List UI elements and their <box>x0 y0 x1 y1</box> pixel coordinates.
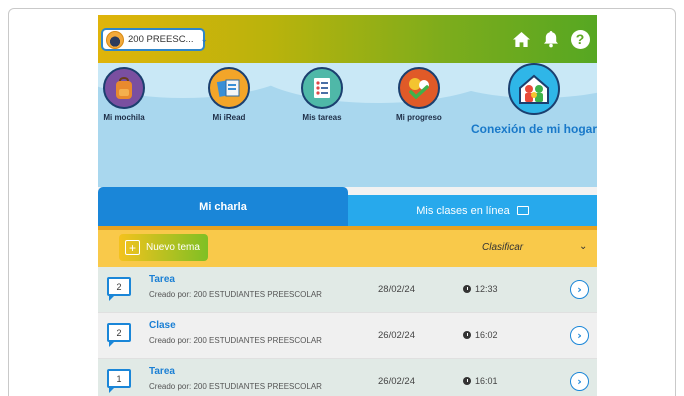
progress-icon <box>397 67 440 109</box>
topic-row[interactable]: 2 Clase Creado por: 200 ESTUDIANTES PREE… <box>98 313 597 359</box>
topic-date: 26/02/24 <box>378 330 415 341</box>
nav-progreso[interactable]: Mi progreso <box>396 67 442 122</box>
comment-count: 2 <box>116 281 122 292</box>
comment-count: 2 <box>116 327 122 338</box>
nav-progreso-label: Mi progreso <box>396 113 442 122</box>
nav-mochila-label: Mi mochila <box>103 113 145 122</box>
topic-row[interactable]: 1 Tarea Creado por: 200 ESTUDIANTES PREE… <box>98 359 597 396</box>
topic-title[interactable]: Tarea <box>149 366 175 377</box>
topic-date: 26/02/24 <box>378 376 415 387</box>
top-header: 200 PREESC... ⌄ ? <box>98 15 597 63</box>
clock-icon <box>463 285 471 293</box>
tab-mis-clases-en-linea[interactable]: Mis clases en línea <box>348 195 597 226</box>
nav-iread-label: Mi iRead <box>212 113 246 122</box>
tab-mis-clases-label: Mis clases en línea <box>416 204 510 217</box>
topic-author: Creado por: 200 ESTUDIANTES PREESCOLAR <box>149 290 322 299</box>
app-container: 200 PREESC... ⌄ ? Mi mochila Mi iRead Mi… <box>98 15 597 396</box>
help-icon[interactable]: ? <box>570 29 590 49</box>
nav-tareas-label: Mis tareas <box>302 113 342 122</box>
topic-time-value: 12:33 <box>475 284 498 294</box>
topic-time-value: 16:01 <box>475 376 498 386</box>
topic-time: 16:01 <box>463 376 498 386</box>
new-topic-label: Nuevo tema <box>146 242 200 253</box>
home-icon[interactable] <box>511 29 531 49</box>
new-topic-button[interactable]: + Nuevo tema <box>119 234 208 261</box>
topic-title[interactable]: Tarea <box>149 274 175 285</box>
comment-count: 1 <box>116 373 122 384</box>
screen-icon <box>516 206 529 215</box>
topic-time: 12:33 <box>463 284 498 294</box>
class-selector[interactable]: 200 PREESC... ⌄ <box>101 28 209 51</box>
sort-dropdown[interactable]: Clasificar <box>482 242 523 253</box>
open-topic-button[interactable]: › <box>570 372 589 391</box>
topic-title[interactable]: Clase <box>149 320 176 331</box>
nav-iread[interactable]: Mi iRead <box>208 67 250 122</box>
chevron-down-icon: ⌄ <box>200 34 209 45</box>
open-topic-button[interactable]: › <box>570 326 589 345</box>
nav-home-connection-label: Conexión de mi hogar <box>471 122 597 136</box>
backpack-icon <box>103 67 145 109</box>
topic-date: 28/02/24 <box>378 284 415 295</box>
family-house-icon <box>508 63 560 115</box>
open-topic-button[interactable]: › <box>570 280 589 299</box>
topic-author: Creado por: 200 ESTUDIANTES PREESCOLAR <box>149 382 322 391</box>
nav-panel: Mi mochila Mi iRead Mis tareas Mi progre… <box>98 63 597 187</box>
topic-time: 16:02 <box>463 330 498 340</box>
nav-tareas[interactable]: Mis tareas <box>301 67 343 122</box>
help-glyph: ? <box>570 29 590 49</box>
plus-icon: + <box>125 240 140 255</box>
iread-icon <box>208 67 250 109</box>
clock-icon <box>463 377 471 385</box>
chevron-down-icon[interactable]: ⌄ <box>579 241 587 252</box>
topic-author: Creado por: 200 ESTUDIANTES PREESCOLAR <box>149 336 322 345</box>
tab-mi-charla[interactable]: Mi charla <box>98 187 348 226</box>
class-avatar-icon <box>106 30 124 49</box>
comment-count-icon: 1 <box>107 369 131 393</box>
comment-count-icon: 2 <box>107 277 131 301</box>
bell-icon[interactable] <box>541 29 561 49</box>
class-selector-label: 200 PREESC... <box>128 34 194 45</box>
tab-mi-charla-label: Mi charla <box>199 200 247 213</box>
nav-mochila[interactable]: Mi mochila <box>103 67 145 122</box>
topics-toolbar: + Nuevo tema Clasificar ⌄ <box>98 226 597 267</box>
comment-count-icon: 2 <box>107 323 131 347</box>
tasks-icon <box>301 67 343 109</box>
topic-time-value: 16:02 <box>475 330 498 340</box>
clock-icon <box>463 331 471 339</box>
topic-row[interactable]: 2 Tarea Creado por: 200 ESTUDIANTES PREE… <box>98 267 597 313</box>
nav-home-connection[interactable]: Conexión de mi hogar <box>471 63 597 136</box>
